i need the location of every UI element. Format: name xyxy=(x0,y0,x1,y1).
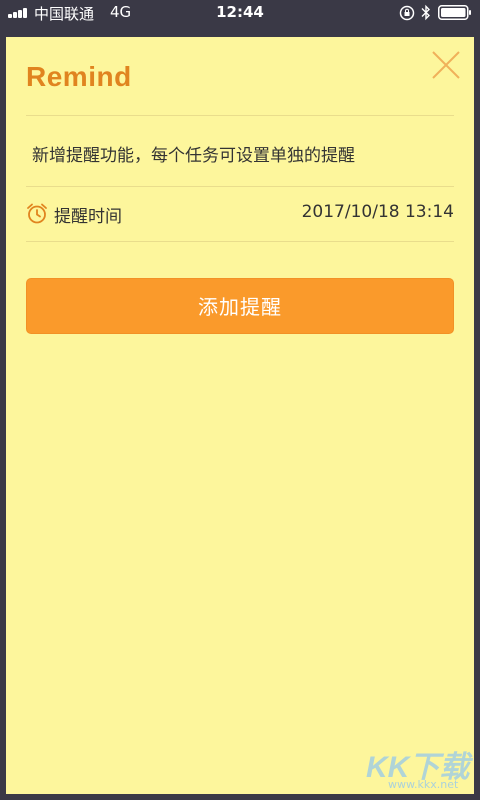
reminder-time-label: 提醒时间 xyxy=(54,207,122,227)
feature-message: 新增提醒功能，每个任务可设置单独的提醒 xyxy=(32,146,355,166)
divider xyxy=(26,186,454,187)
battery-icon xyxy=(438,5,471,20)
divider xyxy=(26,115,454,116)
rotation-lock-icon xyxy=(399,5,415,21)
alarm-clock-icon xyxy=(27,203,47,224)
bluetooth-icon xyxy=(421,4,430,21)
watermark-logo: KK下载 www.kkx.net xyxy=(362,740,474,796)
card-title: Remind xyxy=(26,61,132,92)
add-reminder-button[interactable]: 添加提醒 xyxy=(26,278,454,334)
close-icon[interactable] xyxy=(430,49,462,81)
remind-card: Remind 新增提醒功能，每个任务可设置单独的提醒 提醒时间 2017/10/… xyxy=(6,37,474,794)
status-bar: 中国联通 4G 12:44 xyxy=(0,0,480,26)
reminder-time-row[interactable]: 提醒时间 2017/10/18 13:14 xyxy=(26,200,454,228)
watermark-url: www.kkx.net xyxy=(388,778,459,791)
divider xyxy=(26,241,454,242)
reminder-time-value[interactable]: 2017/10/18 13:14 xyxy=(302,202,454,222)
